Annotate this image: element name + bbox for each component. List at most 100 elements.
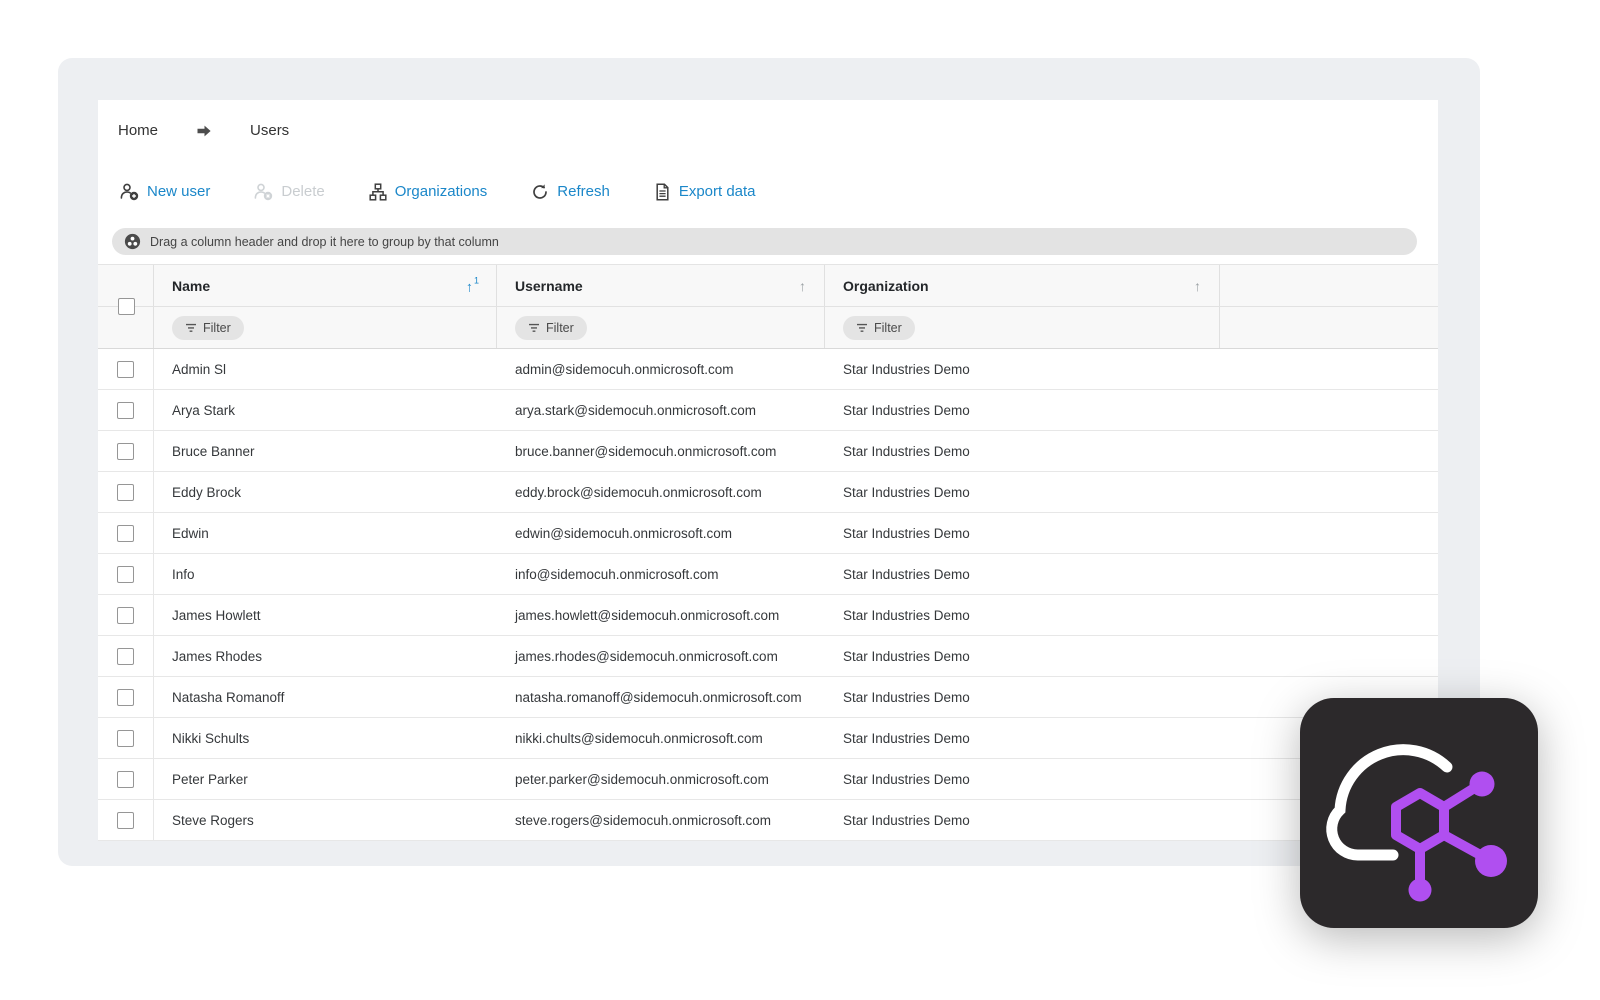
breadcrumb-home[interactable]: Home (118, 122, 158, 139)
column-label: Organization (843, 277, 929, 294)
row-checkbox[interactable] (117, 606, 134, 624)
table-row[interactable]: Peter Parker peter.parker@sidemocuh.onmi… (98, 759, 1438, 800)
username-cell: peter.parker@sidemocuh.onmicrosoft.com (515, 771, 769, 787)
organization-cell: Star Industries Demo (843, 730, 970, 746)
content-panel: Home Users New user Delete Organizations… (58, 58, 1480, 866)
filter-icon (186, 323, 196, 332)
empty-cell (1220, 595, 1438, 635)
new-user-button[interactable]: New user (116, 180, 214, 203)
row-checkbox[interactable] (117, 442, 134, 460)
table-row[interactable]: Natasha Romanoff natasha.romanoff@sidemo… (98, 677, 1438, 718)
group-by-hint-text: Drag a column header and drop it here to… (150, 234, 499, 249)
export-data-button[interactable]: Export data (650, 181, 760, 203)
filter-icon (529, 323, 539, 332)
user-add-icon (120, 182, 139, 201)
name-cell: Edwin (172, 525, 209, 541)
sort-order-badge: 1 (473, 275, 479, 286)
user-remove-icon (254, 182, 273, 201)
table-row[interactable]: Admin Sl admin@sidemocuh.onmicrosoft.com… (98, 349, 1438, 390)
organization-cell: Star Industries Demo (843, 689, 970, 705)
users-page-card: Home Users New user Delete Organizations… (98, 100, 1438, 841)
row-checkbox[interactable] (117, 811, 134, 829)
name-cell: Eddy Brock (172, 484, 242, 500)
empty-cell (1220, 431, 1438, 471)
row-checkbox[interactable] (117, 647, 134, 665)
username-cell: nikki.chults@sidemocuh.onmicrosoft.com (515, 730, 763, 746)
table-row[interactable]: Bruce Banner bruce.banner@sidemocuh.onmi… (98, 431, 1438, 472)
name-cell: Admin Sl (172, 361, 227, 377)
username-cell: james.howlett@sidemocuh.onmicrosoft.com (515, 607, 780, 623)
table-row[interactable]: Edwin edwin@sidemocuh.onmicrosoft.com St… (98, 513, 1438, 554)
name-cell: Arya Stark (172, 402, 236, 418)
name-filter-button[interactable]: Filter (172, 315, 244, 340)
row-checkbox[interactable] (117, 401, 134, 419)
column-label: Name (172, 277, 211, 294)
empty-cell (1220, 554, 1438, 594)
column-header-name[interactable]: Name ↑1 (154, 265, 497, 306)
row-checkbox[interactable] (117, 729, 134, 747)
organization-cell: Star Industries Demo (843, 566, 970, 582)
delete-label: Delete (281, 183, 325, 200)
group-by-drop-zone[interactable]: Drag a column header and drop it here to… (112, 228, 1417, 255)
organization-filter-button[interactable]: Filter (843, 315, 915, 340)
users-table: Name ↑1 Username ↑ Organization ↑ Filter… (98, 264, 1438, 841)
table-row[interactable]: Eddy Brock eddy.brock@sidemocuh.onmicros… (98, 472, 1438, 513)
column-header-username[interactable]: Username ↑ (497, 265, 825, 306)
row-checkbox[interactable] (117, 565, 134, 583)
table-row[interactable]: Nikki Schults nikki.chults@sidemocuh.onm… (98, 718, 1438, 759)
org-chart-icon (369, 182, 387, 201)
name-cell: James Howlett (172, 607, 261, 623)
table-row[interactable]: James Howlett james.howlett@sidemocuh.on… (98, 595, 1438, 636)
export-data-label: Export data (678, 183, 756, 200)
name-cell: James Rhodes (172, 648, 263, 664)
organizations-button[interactable]: Organizations (365, 181, 492, 203)
row-checkbox-cell (98, 595, 154, 635)
export-file-icon (654, 182, 671, 201)
row-checkbox-cell (98, 554, 154, 594)
sortable-arrow-icon: ↑ (1194, 277, 1201, 294)
row-checkbox-cell (98, 759, 154, 799)
organizations-label: Organizations (394, 183, 488, 200)
row-checkbox[interactable] (117, 483, 134, 501)
name-cell: Peter Parker (172, 771, 248, 787)
name-cell: Bruce Banner (172, 443, 255, 459)
refresh-label: Refresh (557, 183, 610, 200)
table-row[interactable]: James Rhodes james.rhodes@sidemocuh.onmi… (98, 636, 1438, 677)
row-checkbox[interactable] (117, 770, 134, 788)
table-row[interactable]: Arya Stark arya.stark@sidemocuh.onmicros… (98, 390, 1438, 431)
column-header-organization[interactable]: Organization ↑ (825, 265, 1220, 306)
name-cell: Natasha Romanoff (172, 689, 285, 705)
group-columns-icon (124, 233, 141, 250)
row-checkbox-cell (98, 718, 154, 758)
row-checkbox[interactable] (117, 524, 134, 542)
organization-cell: Star Industries Demo (843, 361, 970, 377)
breadcrumb-users[interactable]: Users (250, 122, 289, 139)
row-checkbox[interactable] (117, 688, 134, 706)
refresh-icon (531, 183, 549, 201)
organization-cell: Star Industries Demo (843, 812, 970, 828)
empty-cell (1220, 390, 1438, 430)
name-cell: Nikki Schults (172, 730, 250, 746)
sort-asc-indicator: ↑1 (465, 275, 479, 294)
organization-cell: Star Industries Demo (843, 402, 970, 418)
table-row[interactable]: Steve Rogers steve.rogers@sidemocuh.onmi… (98, 800, 1438, 841)
username-cell: arya.stark@sidemocuh.onmicrosoft.com (515, 402, 757, 418)
filter-cell-name: Filter (154, 307, 497, 348)
username-cell: info@sidemocuh.onmicrosoft.com (515, 566, 719, 582)
username-cell: eddy.brock@sidemocuh.onmicrosoft.com (515, 484, 762, 500)
table-row[interactable]: Info info@sidemocuh.onmicrosoft.com Star… (98, 554, 1438, 595)
empty-column-header (1220, 265, 1438, 306)
organization-cell: Star Industries Demo (843, 648, 970, 664)
refresh-button[interactable]: Refresh (527, 181, 614, 203)
row-checkbox[interactable] (117, 360, 134, 378)
empty-cell (1220, 349, 1438, 389)
filter-icon (857, 323, 867, 332)
row-checkbox-cell (98, 677, 154, 717)
username-filter-button[interactable]: Filter (515, 315, 587, 340)
organization-cell: Star Industries Demo (843, 607, 970, 623)
username-cell: natasha.romanoff@sidemocuh.onmicrosoft.c… (515, 689, 802, 705)
sortable-arrow-icon: ↑ (799, 277, 806, 294)
name-cell: Info (172, 566, 195, 582)
row-checkbox-cell (98, 513, 154, 553)
row-checkbox-cell (98, 636, 154, 676)
